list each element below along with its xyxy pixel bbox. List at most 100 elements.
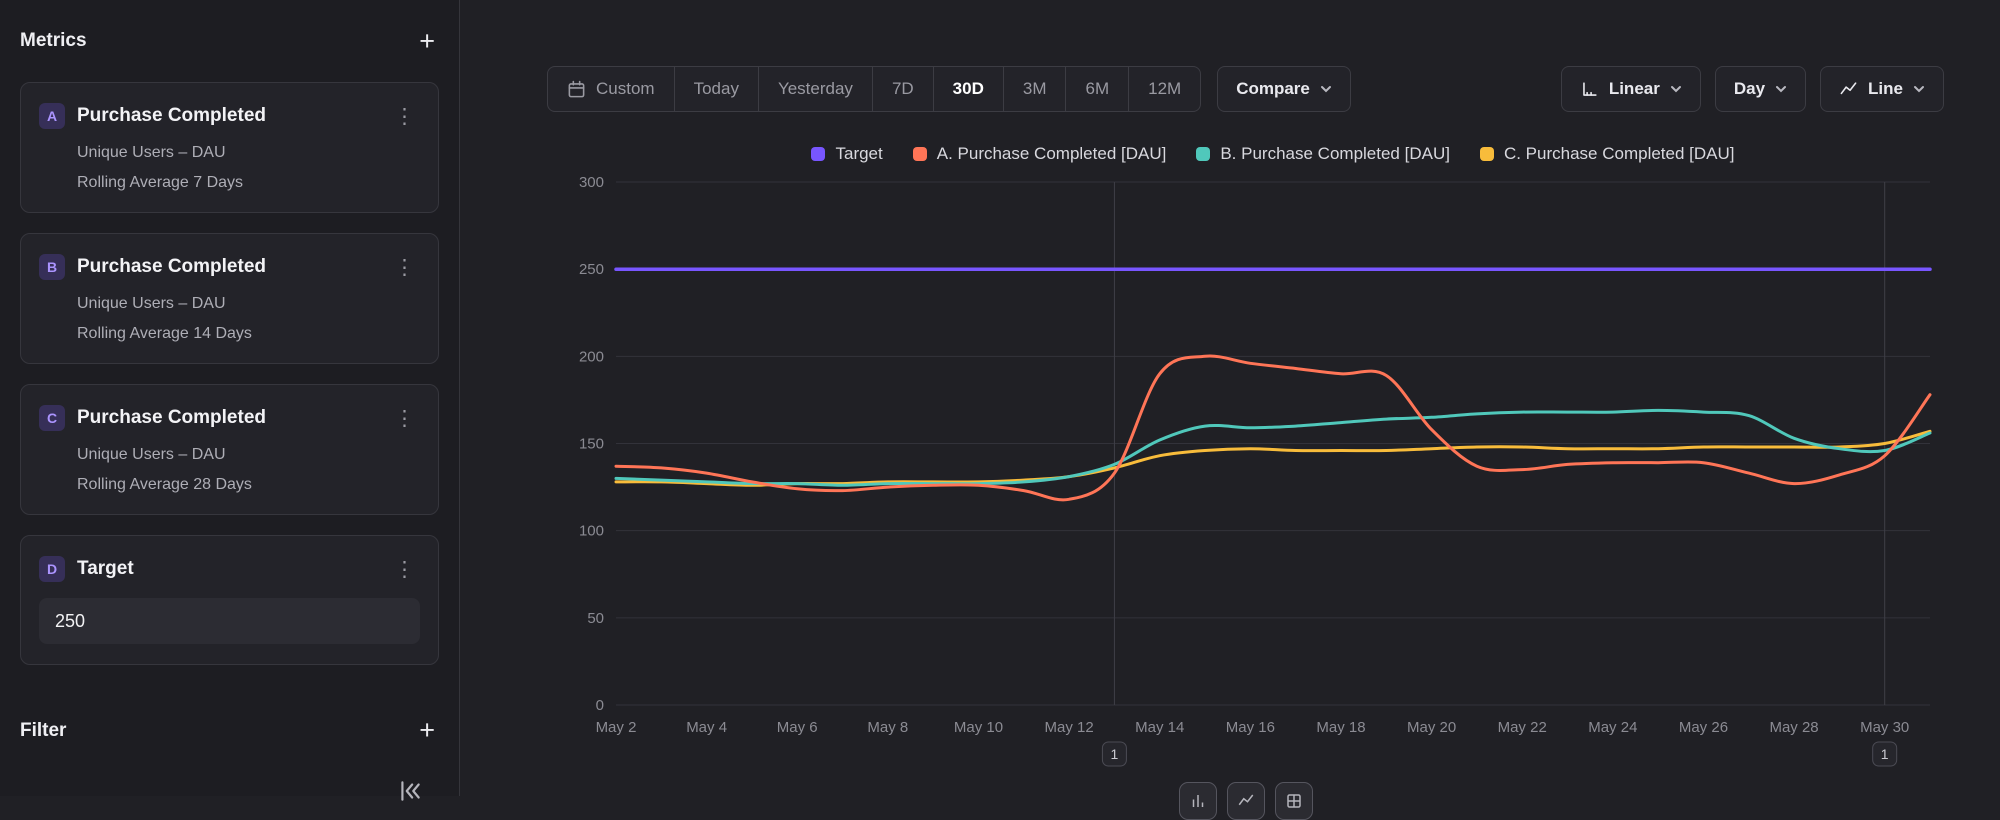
- metric-title: Purchase Completed: [77, 407, 377, 429]
- chart-type-selector-button[interactable]: Line: [1820, 66, 1944, 112]
- target-card-title-row: D Target ⋮: [39, 556, 420, 582]
- metric-measure[interactable]: Unique Users – DAU: [77, 295, 420, 313]
- metric-card-c[interactable]: C Purchase Completed ⋮ Unique Users – DA…: [20, 384, 439, 515]
- legend-swatch: [811, 147, 825, 161]
- range-today-label: Today: [694, 79, 739, 99]
- legend-item-b[interactable]: B. Purchase Completed [DAU]: [1196, 144, 1450, 164]
- x-tick-label: May 22: [1498, 719, 1547, 736]
- y-tick-label: 150: [579, 436, 604, 453]
- metrics-line-chart[interactable]: 05010015020025030011May 2May 4May 6May 8…: [546, 170, 1946, 796]
- legend-label: Target: [835, 144, 882, 164]
- metric-transform[interactable]: Rolling Average 14 Days: [77, 325, 420, 343]
- metric-card-title-row: C Purchase Completed ⋮: [39, 405, 420, 431]
- chart-legend: Target A. Purchase Completed [DAU] B. Pu…: [616, 144, 1930, 164]
- x-tick-label: May 14: [1135, 719, 1184, 736]
- x-tick-label: May 20: [1407, 719, 1456, 736]
- x-tick-label: May 16: [1226, 719, 1275, 736]
- range-custom-label: Custom: [596, 79, 655, 99]
- bar-chart-icon: [1189, 792, 1207, 810]
- x-tick-label: May 18: [1316, 719, 1365, 736]
- legend-label: B. Purchase Completed [DAU]: [1220, 144, 1450, 164]
- x-tick-label: May 30: [1860, 719, 1909, 736]
- chart-toolbar: Custom Today Yesterday 7D 30D 3M 6M 12M …: [547, 66, 1944, 112]
- range-yesterday[interactable]: Yesterday: [758, 67, 872, 111]
- y-tick-label: 300: [579, 174, 604, 191]
- x-tick-label: May 12: [1045, 719, 1094, 736]
- legend-label: A. Purchase Completed [DAU]: [937, 144, 1167, 164]
- table-icon: [1285, 792, 1303, 810]
- axis-scale-icon: [1580, 80, 1599, 99]
- metric-transform[interactable]: Rolling Average 7 Days: [77, 174, 420, 192]
- annotation-count[interactable]: 1: [1881, 746, 1889, 762]
- y-tick-label: 200: [579, 348, 604, 365]
- range-12m-label: 12M: [1148, 79, 1181, 99]
- x-tick-label: May 8: [867, 719, 908, 736]
- chart-display-controls: Linear Day Line: [1561, 66, 1944, 112]
- kebab-menu-icon[interactable]: ⋮: [389, 408, 420, 429]
- legend-item-c[interactable]: C. Purchase Completed [DAU]: [1480, 144, 1735, 164]
- metric-title: Purchase Completed: [77, 256, 377, 278]
- legend-swatch: [1196, 147, 1210, 161]
- kebab-menu-icon[interactable]: ⋮: [389, 106, 420, 127]
- x-tick-label: May 2: [596, 719, 637, 736]
- x-tick-label: May 26: [1679, 719, 1728, 736]
- x-tick-label: May 10: [954, 719, 1003, 736]
- bottom-toolbar-button-1[interactable]: [1179, 782, 1217, 820]
- range-6m[interactable]: 6M: [1065, 67, 1128, 111]
- range-3m[interactable]: 3M: [1003, 67, 1066, 111]
- range-7d[interactable]: 7D: [872, 67, 933, 111]
- legend-swatch: [1480, 147, 1494, 161]
- range-custom[interactable]: Custom: [548, 67, 674, 111]
- filter-title: Filter: [20, 720, 66, 742]
- kebab-menu-icon[interactable]: ⋮: [389, 257, 420, 278]
- metric-badge: A: [39, 103, 65, 129]
- metric-title: Purchase Completed: [77, 105, 377, 127]
- target-title: Target: [77, 558, 377, 580]
- scale-selector-button[interactable]: Linear: [1561, 66, 1701, 112]
- legend-item-a[interactable]: A. Purchase Completed [DAU]: [913, 144, 1167, 164]
- range-12m[interactable]: 12M: [1128, 67, 1200, 111]
- metric-card-a[interactable]: A Purchase Completed ⋮ Unique Users – DA…: [20, 82, 439, 213]
- sidebar: Metrics + A Purchase Completed ⋮ Unique …: [0, 0, 460, 796]
- legend-item-target[interactable]: Target: [811, 144, 882, 164]
- range-30d[interactable]: 30D: [933, 67, 1003, 111]
- metric-badge: D: [39, 556, 65, 582]
- series-line-c-purchase-completed-dau[interactable]: [616, 431, 1930, 485]
- bottom-toolbar-button-3[interactable]: [1275, 782, 1313, 820]
- metric-card-title-row: A Purchase Completed ⋮: [39, 103, 420, 129]
- legend-swatch: [913, 147, 927, 161]
- x-tick-label: May 24: [1588, 719, 1637, 736]
- bottom-toolbar-button-2[interactable]: [1227, 782, 1265, 820]
- metrics-title: Metrics: [20, 30, 87, 52]
- range-3m-label: 3M: [1023, 79, 1047, 99]
- metric-badge: B: [39, 254, 65, 280]
- line-chart-icon: [1237, 792, 1255, 810]
- date-range-picker: Custom Today Yesterday 7D 30D 3M 6M 12M: [547, 66, 1201, 112]
- metric-card-b[interactable]: B Purchase Completed ⋮ Unique Users – DA…: [20, 233, 439, 364]
- annotation-count[interactable]: 1: [1111, 746, 1119, 762]
- add-metric-button[interactable]: +: [415, 28, 439, 55]
- compare-label: Compare: [1236, 79, 1310, 99]
- compare-button[interactable]: Compare: [1217, 66, 1351, 112]
- collapse-sidebar-button[interactable]: [396, 778, 424, 806]
- target-card[interactable]: D Target ⋮: [20, 535, 439, 665]
- chevron-down-icon: [1913, 85, 1925, 93]
- filter-header: Filter +: [20, 717, 439, 744]
- metric-badge: C: [39, 405, 65, 431]
- interval-selector-button[interactable]: Day: [1715, 66, 1806, 112]
- scale-label: Linear: [1609, 79, 1660, 99]
- x-tick-label: May 6: [777, 719, 818, 736]
- x-tick-label: May 28: [1769, 719, 1818, 736]
- metric-measure[interactable]: Unique Users – DAU: [77, 144, 420, 162]
- range-today[interactable]: Today: [674, 67, 758, 111]
- target-value-input[interactable]: [39, 598, 420, 644]
- metric-transform[interactable]: Rolling Average 28 Days: [77, 476, 420, 494]
- add-filter-button[interactable]: +: [415, 717, 439, 744]
- kebab-menu-icon[interactable]: ⋮: [389, 559, 420, 580]
- metric-measure[interactable]: Unique Users – DAU: [77, 446, 420, 464]
- range-6m-label: 6M: [1085, 79, 1109, 99]
- range-30d-label: 30D: [953, 79, 984, 99]
- chevron-down-icon: [1775, 85, 1787, 93]
- calendar-icon: [567, 80, 586, 99]
- chart-type-label: Line: [1868, 79, 1903, 99]
